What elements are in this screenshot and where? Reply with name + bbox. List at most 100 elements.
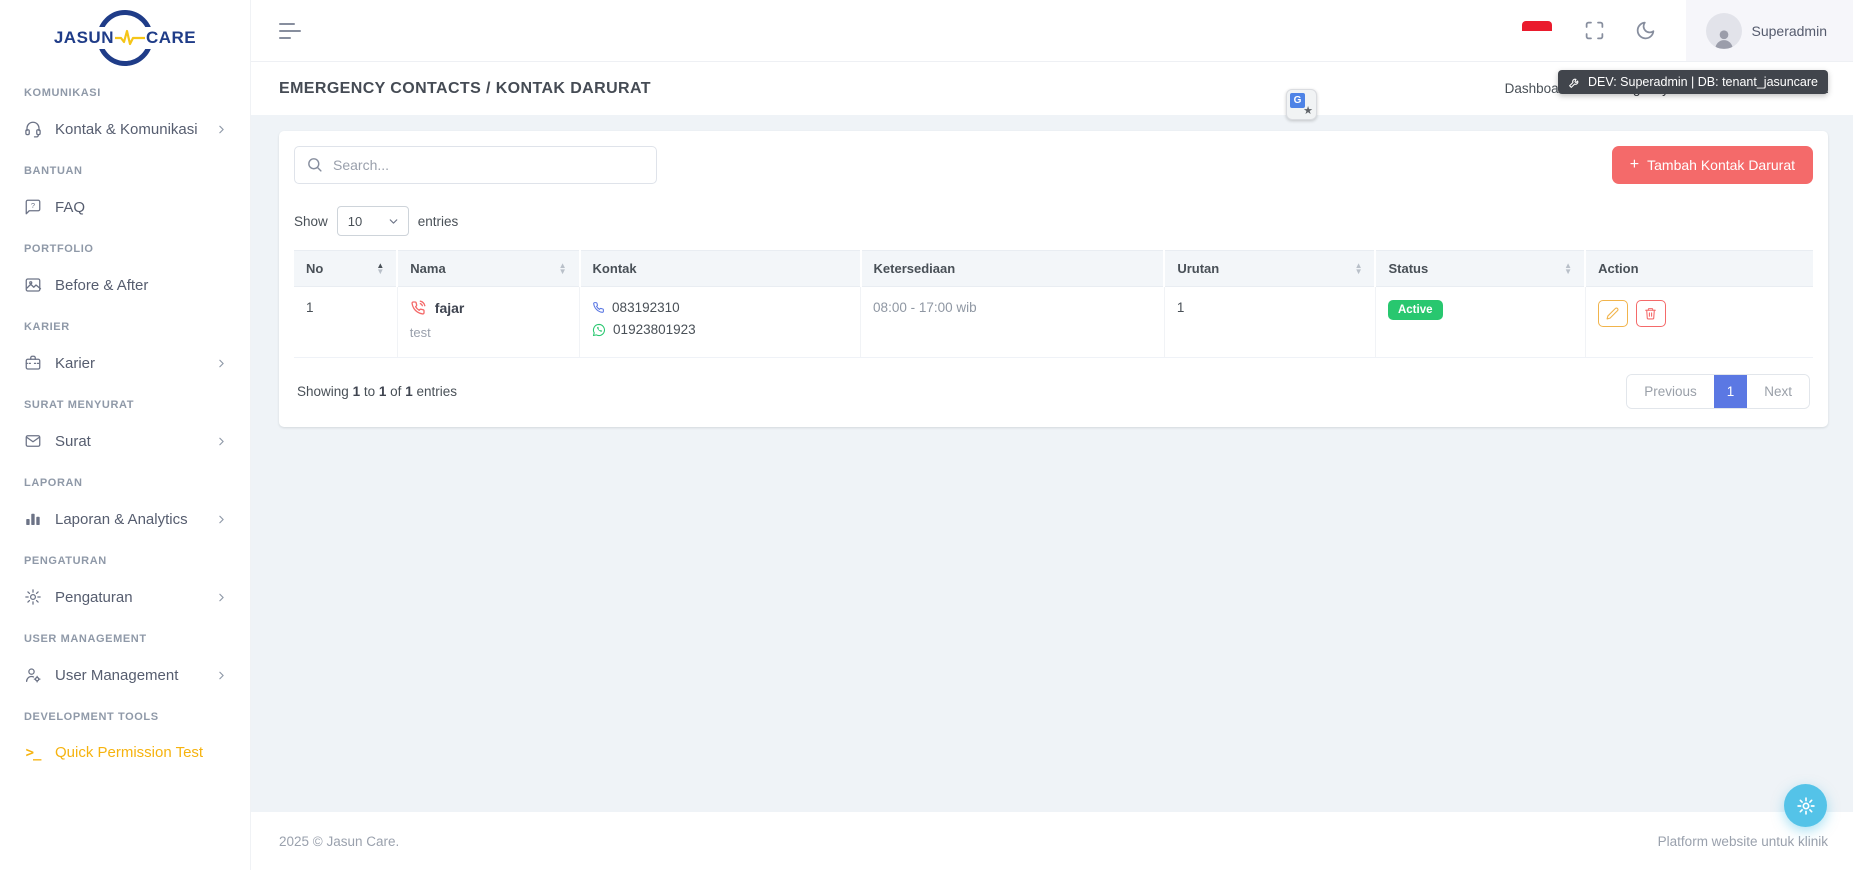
emergency-contacts-card: + Tambah Kontak Darurat Show 10 entries: [279, 131, 1828, 427]
nav-heading-surat-menyurat: SURAT MENYURAT: [24, 399, 135, 411]
emergency-contacts-table: No ▲ ▼ Nama ▲ ▼ Kontak Ketersediaan Urutan…: [294, 250, 1813, 358]
wrench-icon: [1569, 78, 1579, 88]
sort-icon: ▲ ▼: [1564, 260, 1573, 276]
cell-action: [1584, 286, 1813, 358]
main-area: Superadmin EMERGENCY CONTACTS / KONTAK D…: [251, 0, 1853, 870]
chevron-right-icon: [215, 123, 228, 136]
plus-icon: +: [1629, 156, 1640, 173]
cell-kontak: 083192310 01923801923: [579, 286, 861, 358]
search-icon: [306, 156, 323, 173]
sort-icon: ▲ ▼: [558, 260, 567, 276]
avatar: [1705, 12, 1742, 49]
page-title: EMERGENCY CONTACTS / KONTAK DARURAT: [279, 79, 651, 97]
fullscreen-icon[interactable]: [1584, 20, 1605, 41]
cell-nama: fajar test: [396, 286, 580, 358]
contact-note: test: [409, 325, 431, 340]
column-header-urutan[interactable]: Urutan ▲ ▼: [1163, 250, 1376, 287]
chevron-down-icon: [387, 215, 400, 228]
sidebar-item-before-after[interactable]: Before & After: [0, 266, 250, 304]
cell-ketersediaan: 08:00 - 17:00 wib: [860, 286, 1165, 358]
logo-text-left: JASUN: [52, 27, 115, 49]
sidebar-item-laporan-analytics[interactable]: Laporan & Analytics: [0, 500, 250, 538]
column-header-no[interactable]: No ▲ ▼: [294, 250, 398, 287]
sidebar-item-kontak-komunikasi[interactable]: Kontak & Komunikasi: [0, 110, 250, 148]
nav-heading-development-tools: DEVELOPMENT TOOLS: [24, 711, 159, 723]
sidebar-item-label: Quick Permission Test: [55, 744, 204, 761]
phone-icon: [592, 301, 605, 314]
nav-heading-pengaturan: PENGATURAN: [24, 555, 107, 567]
cell-status: Active: [1374, 286, 1586, 358]
add-emergency-contact-button[interactable]: + Tambah Kontak Darurat: [1611, 146, 1813, 184]
column-header-status[interactable]: Status ▲ ▼: [1374, 250, 1586, 287]
column-header-nama[interactable]: Nama ▲ ▼: [396, 250, 580, 287]
theme-settings-fab-button[interactable]: [1784, 784, 1827, 827]
sort-icon: ▲ ▼: [1354, 260, 1363, 276]
phone-volume-icon: [410, 300, 426, 316]
user-menu[interactable]: Superadmin: [1685, 0, 1853, 61]
sidebar-item-user-management[interactable]: User Management: [0, 656, 250, 694]
footer-copyright: 2025 © Jasun Care.: [279, 833, 400, 849]
briefcase-icon: [24, 354, 42, 372]
chevron-right-icon: [215, 357, 228, 370]
pagination-page-1-button[interactable]: 1: [1713, 375, 1748, 408]
translate-glyph-icon: ★: [1303, 105, 1313, 117]
sidebar-item-quick-permission-test[interactable]: >_ Quick Permission Test: [0, 734, 250, 771]
chevron-right-icon: [215, 435, 228, 448]
page-length-select[interactable]: 10: [336, 206, 409, 236]
sidebar-item-surat[interactable]: Surat: [0, 422, 250, 460]
image-icon: [24, 276, 42, 294]
sidebar: JASUN CARE KOMUNIKASI Kontak & Komunikas…: [0, 0, 251, 870]
sidebar-item-karier[interactable]: Karier: [0, 344, 250, 382]
nav-heading-portfolio: PORTFOLIO: [24, 243, 94, 255]
status-badge: Active: [1387, 300, 1443, 320]
content-area: + Tambah Kontak Darurat Show 10 entries: [251, 115, 1853, 812]
entries-label: entries: [417, 213, 459, 229]
chevron-right-icon: [215, 669, 228, 682]
chevron-right-icon: [215, 513, 228, 526]
table-header-row: No ▲ ▼ Nama ▲ ▼ Kontak Ketersediaan Urutan…: [294, 250, 1813, 287]
dark-mode-moon-icon[interactable]: [1635, 20, 1656, 41]
gear-icon: [1796, 796, 1815, 815]
show-label: Show: [294, 213, 328, 229]
mail-icon: [24, 432, 42, 450]
hamburger-menu-icon[interactable]: [279, 22, 301, 39]
search-input[interactable]: [294, 146, 657, 184]
topbar: Superadmin: [251, 0, 1853, 62]
user-gear-icon: [24, 666, 42, 684]
dev-tooltip-text: DEV: Superadmin | DB: tenant_jasuncare: [1588, 75, 1818, 89]
column-header-kontak: Kontak: [578, 250, 861, 287]
pagination: Previous 1 Next: [1626, 374, 1810, 409]
pagination-previous-button[interactable]: Previous: [1627, 375, 1714, 408]
phone-number: 083192310: [612, 300, 680, 315]
table-info: Showing 1 to 1 of 1 entries: [297, 384, 457, 399]
nav-heading-laporan: LAPORAN: [24, 477, 83, 489]
trash-icon: [1645, 308, 1657, 320]
whatsapp-icon: [592, 323, 606, 337]
headset-icon: [24, 120, 42, 138]
gear-icon: [24, 588, 42, 606]
faq-icon: ?: [24, 198, 42, 216]
availability-hours: 08:00 - 17:00 wib: [873, 300, 977, 315]
whatsapp-number: 01923801923: [613, 322, 696, 337]
sidebar-item-label: FAQ: [55, 198, 86, 216]
logo-text-right: CARE: [144, 27, 198, 49]
pagination-next-button[interactable]: Next: [1747, 375, 1809, 408]
sidebar-item-label: Kontak & Komunikasi: [55, 120, 198, 138]
svg-text:?: ?: [31, 201, 35, 210]
page-title-bar: EMERGENCY CONTACTS / KONTAK DARURAT Dash…: [251, 62, 1853, 115]
sidebar-item-label: Karier: [55, 354, 96, 372]
sort-icon: ▲ ▼: [376, 260, 385, 276]
sidebar-item-pengaturan[interactable]: Pengaturan: [0, 578, 250, 616]
terminal-icon: >_: [25, 744, 42, 761]
sidebar-item-faq[interactable]: ? FAQ: [0, 188, 250, 226]
delete-button[interactable]: [1635, 300, 1666, 327]
sidebar-item-label: Laporan & Analytics: [55, 510, 188, 528]
sidebar-item-label: Pengaturan: [55, 588, 133, 606]
google-translate-widget[interactable]: G ★: [1286, 89, 1317, 120]
sidebar-item-label: Surat: [55, 432, 91, 450]
indonesia-flag-icon[interactable]: [1521, 20, 1552, 41]
brand-logo[interactable]: JASUN CARE: [0, 6, 250, 70]
heartbeat-icon: [114, 29, 145, 46]
column-header-ketersediaan: Ketersediaan: [859, 250, 1165, 287]
edit-button[interactable]: [1597, 300, 1628, 327]
